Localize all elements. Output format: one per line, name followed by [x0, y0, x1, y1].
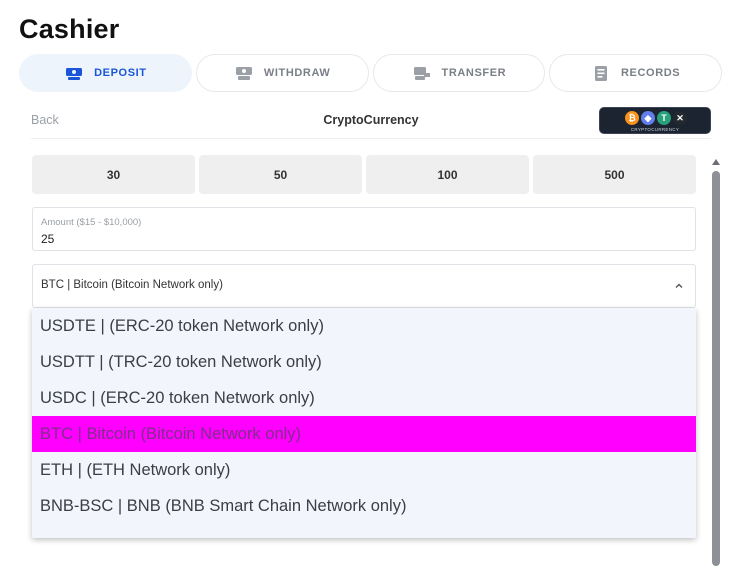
tab-deposit[interactable]: DEPOSIT: [19, 54, 192, 92]
bitcoin-icon: ₿: [625, 111, 639, 125]
transfer-icon: [413, 67, 430, 80]
scroll-up-arrow-icon[interactable]: [712, 159, 720, 165]
page-title: Cashier: [19, 14, 120, 44]
preset-500-button[interactable]: 500: [533, 155, 696, 194]
xrp-icon: ✕: [673, 111, 687, 125]
currency-option-eth[interactable]: ETH | (ETH Network only): [32, 452, 696, 488]
amount-input[interactable]: Amount ($15 - $10,000) 25: [32, 207, 696, 251]
currency-option-usdte[interactable]: USDTE | (ERC-20 token Network only): [32, 308, 696, 344]
tab-records[interactable]: RECORDS: [549, 54, 722, 92]
currency-option-usdc[interactable]: USDC | (ERC-20 token Network only): [32, 380, 696, 416]
currency-dropdown: USDTE | (ERC-20 token Network only) USDT…: [32, 308, 696, 538]
scrollbar-thumb[interactable]: [712, 171, 720, 566]
preset-50-button[interactable]: 50: [199, 155, 362, 194]
currency-option-bnb-bsc[interactable]: BNB-BSC | BNB (BNB Smart Chain Network o…: [32, 488, 696, 524]
crypto-logo: ₿ ◆ T ✕ CRYPTOCURRENCY: [599, 107, 711, 134]
amount-label: Amount ($15 - $10,000): [41, 217, 142, 228]
tab-deposit-label: DEPOSIT: [94, 67, 147, 79]
chevron-up-icon: [675, 283, 683, 288]
amount-value[interactable]: 25: [41, 232, 54, 246]
tether-icon: T: [657, 111, 671, 125]
amount-presets: 30 50 100 500: [32, 155, 696, 194]
crypto-logo-label: CRYPTOCURRENCY: [630, 127, 680, 132]
currency-select[interactable]: BTC | Bitcoin (Bitcoin Network only): [32, 264, 696, 308]
currency-option-usdtt[interactable]: USDTT | (TRC-20 token Network only): [32, 344, 696, 380]
tab-transfer[interactable]: TRANSFER: [372, 54, 546, 92]
cashier-tabs: DEPOSIT WITHDRAW TRANSFER RECORDS: [19, 54, 722, 92]
ethereum-icon: ◆: [641, 111, 655, 125]
tab-withdraw[interactable]: WITHDRAW: [195, 54, 369, 92]
currency-select-value: BTC | Bitcoin (Bitcoin Network only): [41, 279, 223, 291]
tab-records-label: RECORDS: [621, 67, 681, 79]
preset-30-button[interactable]: 30: [32, 155, 195, 194]
records-icon: [595, 66, 608, 81]
deposit-icon: [66, 68, 83, 80]
preset-100-button[interactable]: 100: [366, 155, 529, 194]
tab-transfer-label: TRANSFER: [441, 67, 507, 79]
tab-withdraw-label: WITHDRAW: [263, 67, 331, 79]
subheader: Back CryptoCurrency ₿ ◆ T ✕ CRYPTOCURREN…: [31, 104, 711, 139]
withdraw-icon: [235, 67, 252, 80]
scrollbar[interactable]: [710, 157, 722, 566]
currency-option-btc[interactable]: BTC | Bitcoin (Bitcoin Network only): [32, 416, 696, 452]
